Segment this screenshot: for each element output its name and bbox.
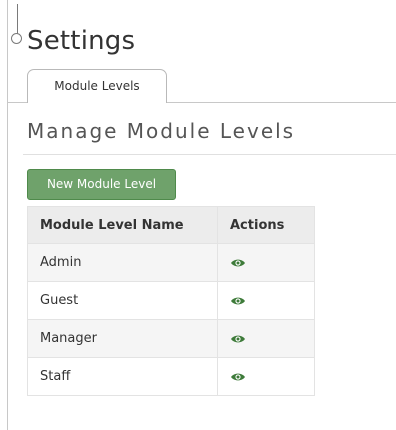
table-row: Staff bbox=[27, 357, 315, 396]
new-module-level-button[interactable]: New Module Level bbox=[27, 169, 176, 200]
table-row: Admin bbox=[27, 243, 315, 282]
actions-cell bbox=[217, 243, 315, 282]
table-row: Manager bbox=[27, 319, 315, 358]
section-divider bbox=[23, 154, 396, 155]
timeline-line bbox=[17, 4, 18, 34]
module-level-name: Manager bbox=[27, 319, 218, 358]
module-levels-table: Module Level Name Actions Admin Guest Ma… bbox=[27, 206, 315, 396]
column-header-name: Module Level Name bbox=[27, 206, 218, 244]
actions-cell bbox=[217, 357, 315, 396]
section-title: Manage Module Levels bbox=[27, 119, 296, 143]
frame-left-border bbox=[7, 0, 8, 430]
module-level-name: Staff bbox=[27, 357, 218, 396]
tab-module-levels[interactable]: Module Levels bbox=[27, 69, 167, 103]
column-header-actions: Actions bbox=[217, 206, 315, 244]
module-level-name: Guest bbox=[27, 281, 218, 320]
table-header-row: Module Level Name Actions bbox=[27, 206, 315, 244]
actions-cell bbox=[217, 281, 315, 320]
module-level-name: Admin bbox=[27, 243, 218, 282]
page-title: Settings bbox=[27, 26, 136, 56]
actions-cell bbox=[217, 319, 315, 358]
view-eye-icon[interactable] bbox=[230, 333, 246, 345]
view-eye-icon[interactable] bbox=[230, 371, 246, 383]
timeline-circle-icon bbox=[11, 33, 22, 44]
table-row: Guest bbox=[27, 281, 315, 320]
view-eye-icon[interactable] bbox=[230, 295, 246, 307]
view-eye-icon[interactable] bbox=[230, 257, 246, 269]
